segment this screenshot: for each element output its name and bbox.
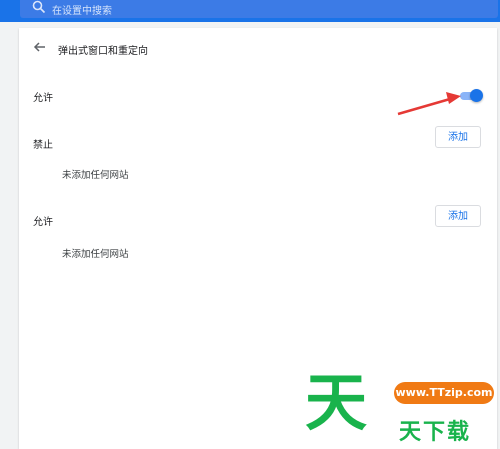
search-placeholder: 在设置中搜索	[52, 6, 112, 17]
search-icon	[32, 0, 46, 14]
allow-toggle-label: 允许	[33, 93, 53, 104]
toggle-knob	[470, 89, 483, 102]
watermark-logo-char: 天	[305, 366, 368, 439]
watermark-url-badge: www.TTzip.com	[394, 382, 494, 404]
watermark-site-name: 天下载	[399, 420, 472, 445]
page-title: 弹出式窗口和重定向	[58, 46, 148, 57]
allow-empty-text: 未添加任何网站	[62, 249, 129, 260]
allow-add-button[interactable]: 添加	[435, 205, 481, 227]
allow-section-label: 允许	[33, 217, 53, 228]
block-empty-text: 未添加任何网站	[62, 170, 129, 181]
search-input[interactable]: 在设置中搜索	[20, 0, 498, 18]
block-add-button[interactable]: 添加	[435, 126, 481, 148]
block-section-label: 禁止	[33, 140, 53, 151]
top-bar: 在设置中搜索	[0, 0, 500, 22]
back-arrow-icon[interactable]	[33, 40, 47, 54]
allow-toggle[interactable]	[460, 89, 483, 103]
